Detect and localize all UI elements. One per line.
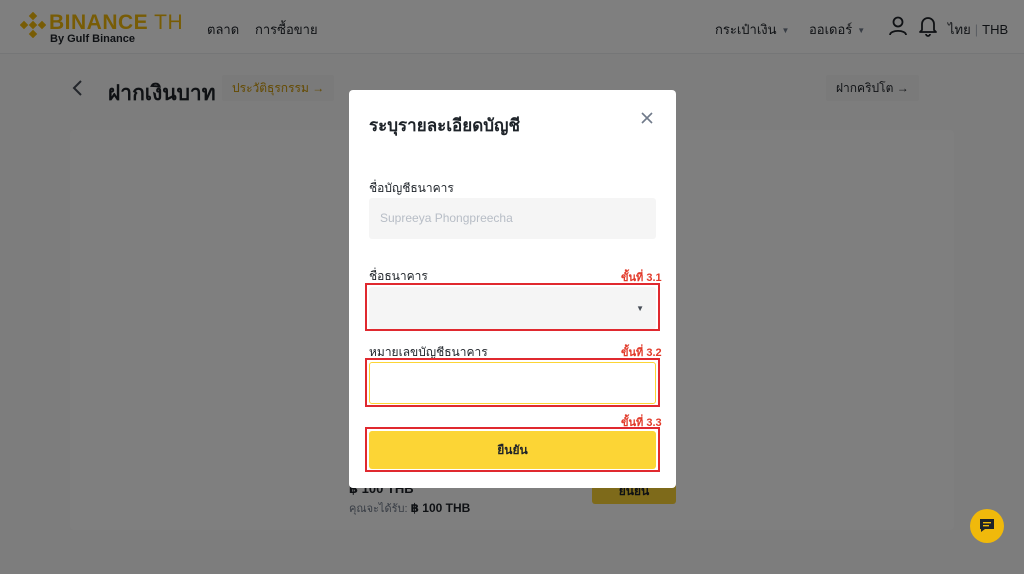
chevron-down-icon: ▼ <box>636 304 644 313</box>
chat-support-button[interactable] <box>970 509 1004 543</box>
account-details-modal: ระบุรายละเอียดบัญชี ชื่อบัญชีธนาคาร Supr… <box>349 90 676 488</box>
account-number-input[interactable] <box>369 362 656 404</box>
confirm-button[interactable]: ยืนยัน <box>369 431 656 469</box>
chat-icon <box>980 519 994 532</box>
bank-name-select[interactable]: ▼ <box>369 287 656 329</box>
close-icon[interactable] <box>639 110 655 126</box>
account-name-label: ชื่อบัญชีธนาคาร <box>369 181 454 195</box>
account-name-field: Supreeya Phongpreecha <box>369 198 656 239</box>
modal-title: ระบุรายละเอียดบัญชี <box>369 116 521 135</box>
